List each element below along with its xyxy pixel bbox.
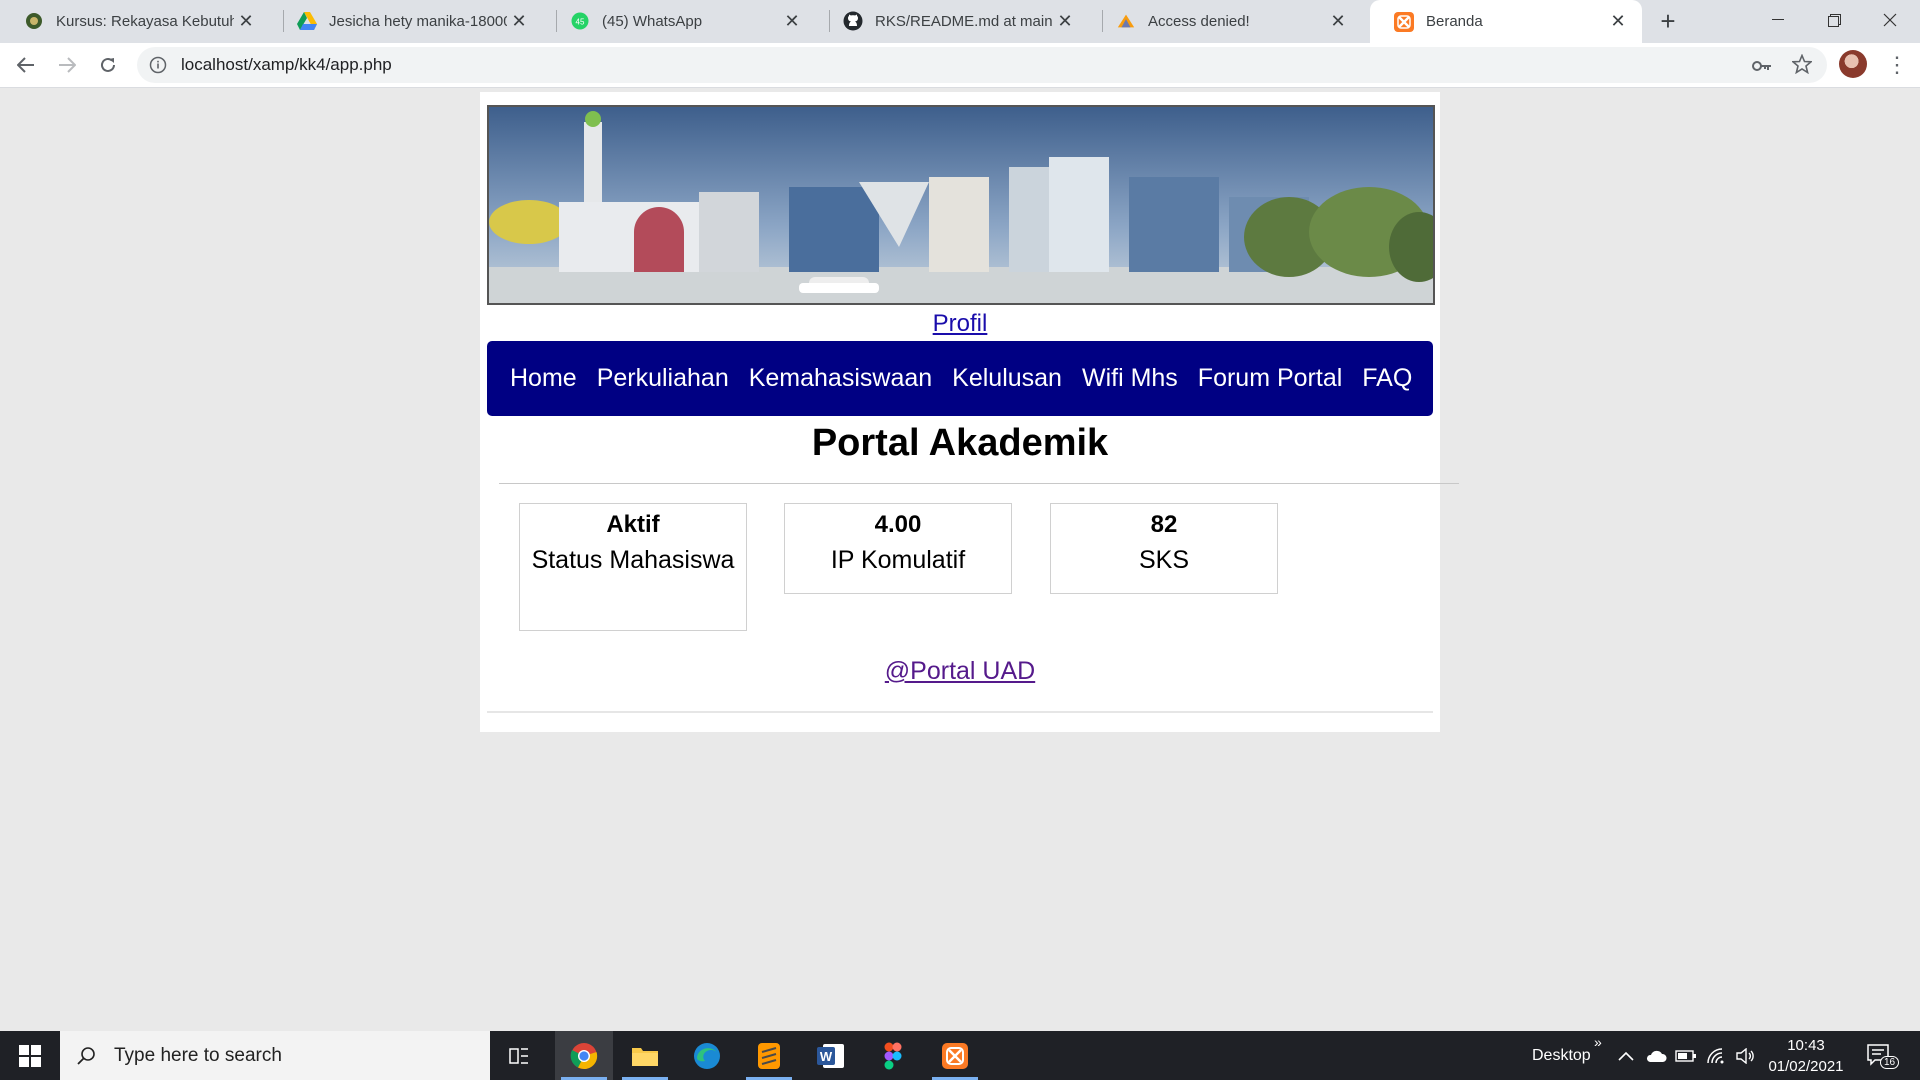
tab-title: Kursus: Rekayasa Kebutuhan (56, 12, 234, 30)
reload-icon[interactable] (94, 51, 122, 79)
nav-faq[interactable]: FAQ (1352, 364, 1422, 393)
status-card: Aktif Status Mahasiswa (519, 503, 747, 631)
onedrive-cloud-icon[interactable] (1645, 1031, 1667, 1080)
task-view-icon[interactable] (490, 1031, 548, 1080)
chevron-double-right-icon[interactable]: » (1594, 1017, 1602, 1066)
desktop-toolbar-label[interactable]: Desktop (1532, 1031, 1591, 1080)
new-tab-button[interactable]: + (1656, 6, 1680, 36)
tab-github[interactable]: RKS/README.md at main · ar ✕ (819, 0, 1089, 42)
whatsapp-icon: 45 (570, 11, 590, 31)
svg-text:W: W (820, 1049, 833, 1064)
notification-badge: 16 (1880, 1056, 1900, 1069)
windows-taskbar: Type here to search W Desktop » 10:43 01… (0, 1031, 1920, 1080)
ipk-card: 4.00 IP Komulatif (784, 503, 1012, 594)
tab-title: Access denied! (1148, 12, 1250, 30)
minimize-icon[interactable] (1750, 0, 1806, 40)
pma-icon (1116, 11, 1136, 31)
close-tab-icon[interactable]: ✕ (1326, 11, 1350, 32)
windows-start-icon[interactable] (0, 1031, 60, 1080)
footer-divider (487, 711, 1433, 713)
tab-title: Beranda (1426, 13, 1483, 30)
restore-icon[interactable] (1806, 0, 1862, 40)
divider (499, 483, 1459, 484)
site-info-icon[interactable] (149, 56, 167, 74)
ipk-value: 4.00 (874, 511, 922, 538)
search-icon (77, 1046, 95, 1065)
show-hidden-icons-chevron-icon[interactable] (1618, 1031, 1634, 1080)
tab-strip: Kursus: Rekayasa Kebutuhan ✕ Jesicha het… (0, 0, 1920, 43)
google-drive-icon (297, 11, 317, 31)
word-icon[interactable]: W (802, 1031, 860, 1080)
clock-date: 01/02/2021 (1768, 1058, 1844, 1075)
page-title: Portal Akademik (811, 422, 1109, 464)
system-clock[interactable]: 10:43 01/02/2021 (1766, 1035, 1846, 1077)
campus-banner-image (487, 105, 1435, 305)
wifi-icon[interactable] (1706, 1031, 1726, 1080)
sks-card: 82 SKS (1050, 503, 1278, 594)
browser-toolbar: localhost/xamp/kk4/app.php (0, 43, 1920, 88)
nav-forum-portal[interactable]: Forum Portal (1188, 364, 1352, 393)
volume-icon[interactable] (1736, 1031, 1756, 1080)
nav-kelulusan[interactable]: Kelulusan (942, 364, 1072, 393)
main-navigation: Home Perkuliahan Kemahasiswaan Kelulusan… (487, 341, 1433, 416)
chrome-taskbar-icon[interactable] (555, 1031, 613, 1080)
tab-drive[interactable]: Jesicha hety manika-18000180 ✕ (273, 0, 543, 42)
nav-home[interactable]: Home (500, 364, 587, 393)
close-tab-icon[interactable]: ✕ (234, 11, 258, 32)
search-placeholder: Type here to search (114, 1044, 282, 1066)
battery-icon[interactable] (1675, 1031, 1697, 1080)
file-explorer-icon[interactable] (616, 1031, 674, 1080)
tab-kursus[interactable]: Kursus: Rekayasa Kebutuhan ✕ (0, 0, 270, 42)
tab-pma[interactable]: Access denied! ✕ (1092, 0, 1362, 42)
footer-portal-link[interactable]: @Portal UAD (480, 657, 1440, 686)
profil-link[interactable]: Profil (480, 310, 1440, 338)
taskbar-search-input[interactable]: Type here to search (60, 1031, 490, 1080)
moodle-icon (24, 11, 44, 31)
sks-label: SKS (1138, 546, 1190, 574)
address-bar[interactable]: localhost/xamp/kk4/app.php (137, 47, 1827, 83)
status-label: Status Mahasiswa (531, 546, 735, 574)
clock-time: 10:43 (1787, 1037, 1825, 1054)
figma-icon[interactable] (864, 1031, 922, 1080)
tab-title: Jesicha hety manika-18000180 (329, 12, 507, 30)
sublime-text-icon[interactable] (740, 1031, 798, 1080)
close-tab-icon[interactable]: ✕ (1606, 11, 1630, 32)
tab-title: (45) WhatsApp (602, 12, 703, 30)
xampp-taskbar-icon[interactable] (926, 1031, 984, 1080)
profile-avatar[interactable] (1839, 50, 1867, 78)
notification-center-icon[interactable]: 16 (1866, 1031, 1900, 1080)
key-icon[interactable] (1750, 55, 1774, 77)
close-window-icon[interactable] (1862, 0, 1918, 40)
page-container: Profil Home Perkuliahan Kemahasiswaan Ke… (480, 92, 1459, 732)
edge-icon[interactable] (678, 1031, 736, 1080)
bookmark-star-icon[interactable] (1790, 53, 1814, 75)
tab-beranda[interactable]: Beranda ✕ (1370, 0, 1642, 43)
ipk-label: IP Komulatif (830, 546, 966, 574)
close-tab-icon[interactable]: ✕ (780, 11, 804, 32)
nav-perkuliahan[interactable]: Perkuliahan (587, 364, 739, 393)
close-tab-icon[interactable]: ✕ (507, 11, 531, 32)
status-value: Aktif (606, 511, 660, 538)
sks-value: 82 (1150, 511, 1178, 538)
nav-wifi-mhs[interactable]: Wifi Mhs (1072, 364, 1188, 393)
forward-icon[interactable] (53, 51, 81, 79)
github-icon (843, 11, 863, 31)
xampp-icon (1394, 11, 1414, 32)
menu-kebab-icon[interactable]: ⋮ (1886, 52, 1908, 78)
tab-whatsapp[interactable]: 45 (45) WhatsApp ✕ (546, 0, 816, 42)
url-text[interactable]: localhost/xamp/kk4/app.php (181, 55, 392, 75)
back-icon[interactable] (12, 51, 40, 79)
nav-kemahasiswaan[interactable]: Kemahasiswaan (739, 364, 942, 393)
close-tab-icon[interactable]: ✕ (1053, 11, 1077, 32)
tab-title: RKS/README.md at main · ar (875, 12, 1053, 30)
svg-text:45: 45 (576, 18, 585, 27)
